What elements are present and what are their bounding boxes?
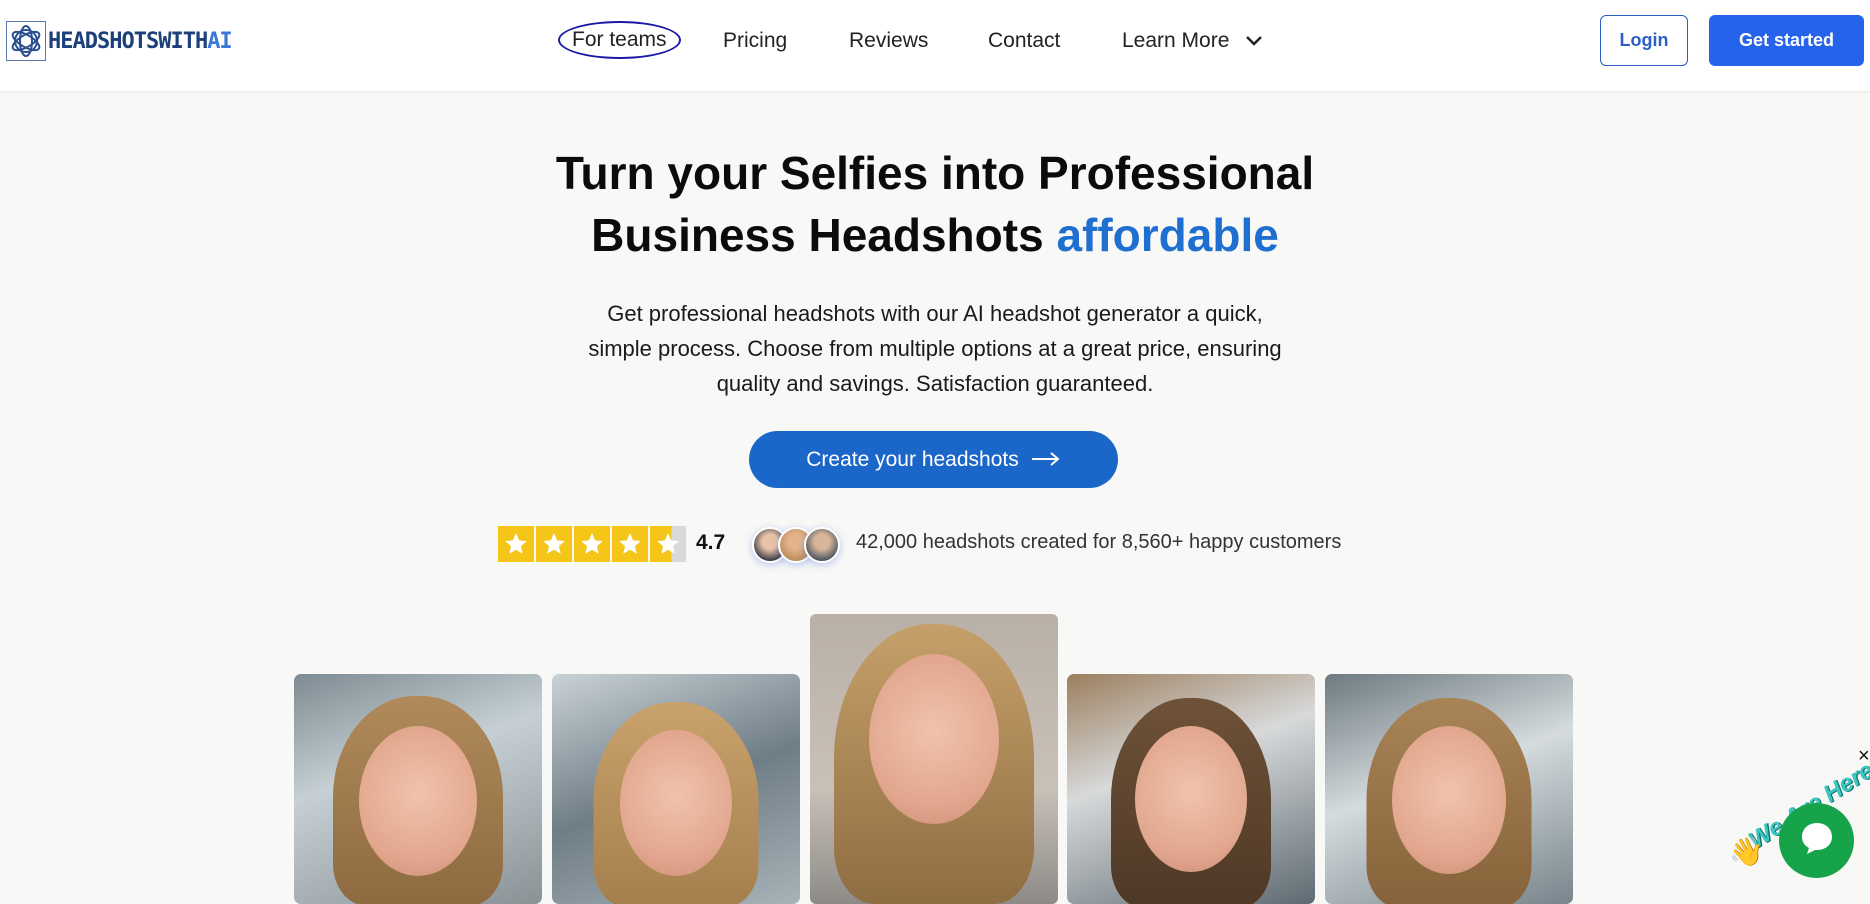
logo[interactable]: HEADSHOTSWITHAI <box>6 20 233 62</box>
hero-title-accent: affordable <box>1056 209 1279 261</box>
nav-for-teams[interactable]: For teams <box>558 21 681 59</box>
create-headshots-label: Create your headshots <box>806 447 1019 471</box>
customer-avatars <box>752 527 840 563</box>
login-button[interactable]: Login <box>1600 15 1688 66</box>
create-headshots-button[interactable]: Create your headshots <box>749 431 1118 488</box>
rating-value: 4.7 <box>696 531 726 554</box>
star-half-icon <box>650 526 686 562</box>
star-icon <box>612 526 648 562</box>
logo-text: HEADSHOTSWITHAI <box>48 28 233 54</box>
headshot-photo <box>294 674 542 904</box>
get-started-button[interactable]: Get started <box>1709 15 1864 66</box>
photo-face <box>620 730 732 876</box>
hero-title-line1: Turn your Selfies into Professional <box>555 147 1315 199</box>
logo-icon <box>6 21 46 61</box>
star-rating <box>498 526 686 562</box>
avatar <box>804 527 840 563</box>
waving-hand-icon: 👋 <box>1729 836 1764 867</box>
photo-face <box>1135 726 1247 872</box>
hero-title-line2: Business Headshots <box>591 209 1044 261</box>
headshot-photo <box>1325 674 1573 904</box>
chat-bubble-icon <box>1797 818 1837 863</box>
hero-description: Get professional headshots with our AI h… <box>588 301 1282 396</box>
nav-learn-more[interactable]: Learn More <box>1122 27 1263 55</box>
site-header: HEADSHOTSWITHAI For teams Pricing Review… <box>0 0 1870 92</box>
nav-learn-more-label: Learn More <box>1122 29 1230 52</box>
star-icon <box>574 526 610 562</box>
photo-face <box>869 654 999 824</box>
headshot-photo <box>1067 674 1315 904</box>
customers-count-text: 42,000 headshots created for 8,560+ happ… <box>856 531 1342 553</box>
chevron-down-icon <box>1245 27 1263 55</box>
headshot-photo <box>552 674 800 904</box>
chat-button[interactable] <box>1779 803 1854 878</box>
hero-title: Turn your Selfies into Professional Busi… <box>0 142 1870 266</box>
nav-reviews[interactable]: Reviews <box>849 27 928 55</box>
photo-face <box>1392 726 1506 874</box>
star-icon <box>498 526 534 562</box>
photo-face <box>359 726 477 876</box>
nav-contact[interactable]: Contact <box>988 27 1060 55</box>
star-icon <box>536 526 572 562</box>
nav-pricing[interactable]: Pricing <box>723 27 787 55</box>
headshot-photo-featured <box>810 614 1058 904</box>
arrow-right-icon <box>1031 448 1061 472</box>
